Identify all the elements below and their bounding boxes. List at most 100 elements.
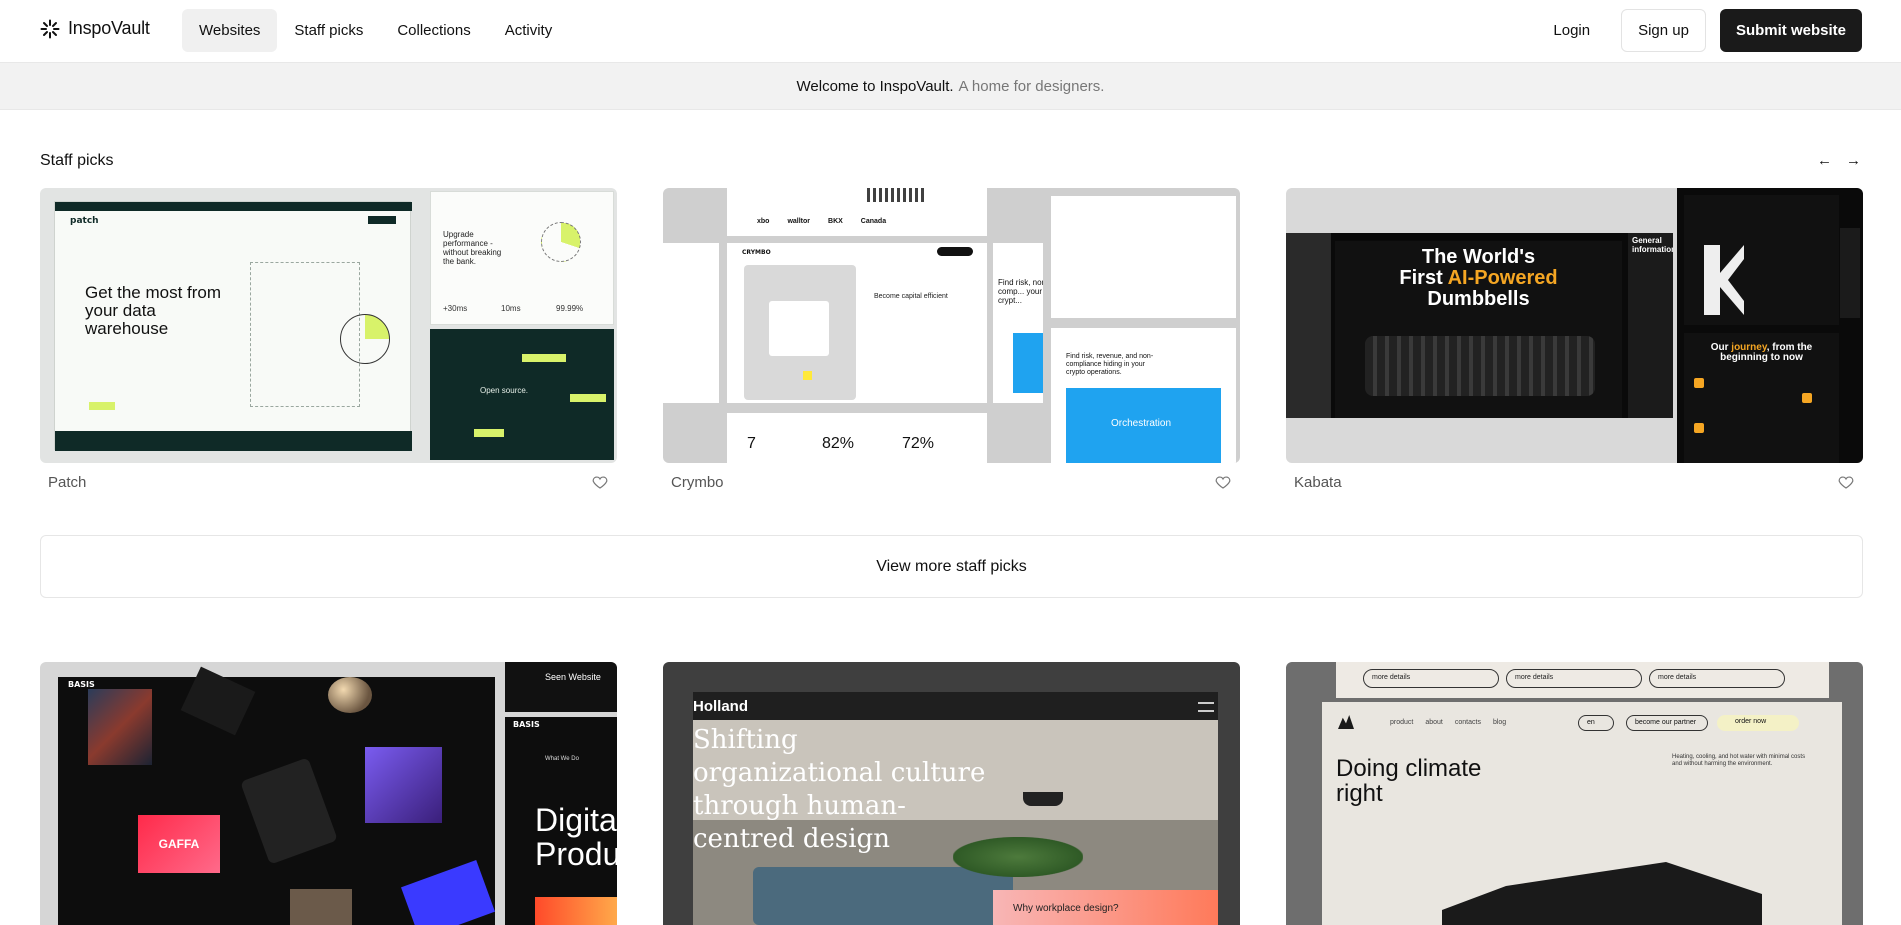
logo-text: InspoVault xyxy=(68,18,150,38)
crymbo-risk-full: Find risk, revenue, and non-compliance h… xyxy=(1066,353,1154,376)
arrow-left-icon[interactable]: ← xyxy=(1817,152,1832,169)
holland-headline: Shifting organizational culture through … xyxy=(693,725,986,854)
basis-seen[interactable]: Seen Website xyxy=(545,672,601,682)
hajster-partner[interactable]: become our partner xyxy=(1626,715,1708,731)
header-actions: Login Sign up Submit website xyxy=(1536,9,1862,52)
patch-stat-3: 99.99% xyxy=(556,304,584,313)
nav-item-collections[interactable]: Collections xyxy=(380,9,487,52)
basis-side-screen: BASIS What We Do Digita Produ xyxy=(505,717,617,925)
submit-website-button[interactable]: Submit website xyxy=(1719,9,1862,52)
hajster-order[interactable]: order now xyxy=(1717,715,1799,731)
patch-side-bottom: Open source. xyxy=(430,329,614,460)
site-card-holland[interactable]: Holland Shifting organizational culture … xyxy=(663,662,1240,925)
heart-icon[interactable] xyxy=(591,473,609,491)
holland-brand: Holland xyxy=(693,698,748,715)
signup-button[interactable]: Sign up xyxy=(1621,9,1706,52)
basis-side-brand: BASIS xyxy=(513,720,540,729)
crymbo-stats-strip: 7 82% 72% xyxy=(727,413,987,463)
holland-screen: Holland Shifting organizational culture … xyxy=(693,692,1218,925)
basis-badge: GAFFA xyxy=(138,815,220,873)
kabata-side-label: General information xyxy=(1632,236,1673,254)
logo[interactable]: InspoVault xyxy=(40,18,150,39)
hajster-link-about[interactable]: about xyxy=(1425,719,1443,726)
card-footer: Crymbo xyxy=(663,463,1240,501)
hajster-headline: Doing climate right xyxy=(1336,755,1482,807)
crymbo-partner-3: BKX xyxy=(828,218,843,225)
hajster-lang[interactable]: en xyxy=(1578,715,1614,731)
welcome-banner: Welcome to InspoVault. A home for design… xyxy=(0,62,1901,110)
basis-main-screen: BASIS GAFFA xyxy=(58,666,495,925)
view-more-staff-picks-button[interactable]: View more staff picks xyxy=(40,535,1863,598)
kabata-headline-3: Dumbbells xyxy=(1427,288,1530,310)
hajster-link-contacts[interactable]: contacts xyxy=(1455,719,1481,726)
menu-icon[interactable] xyxy=(1198,702,1214,712)
site-card-kabata[interactable]: The World's First AI-Powered Dumbbells O… xyxy=(1286,188,1863,501)
crymbo-partner-strip: xbo walltor BKX Canada xyxy=(727,188,987,236)
patch-stat-2: 10ms xyxy=(501,304,521,313)
crymbo-logo: CRYMBO xyxy=(742,249,771,256)
arrow-right-icon[interactable]: → xyxy=(1846,152,1861,169)
login-button[interactable]: Login xyxy=(1536,9,1608,52)
top-navigation-bar: InspoVault Websites Staff picks Collecti… xyxy=(0,0,1901,62)
patch-stat-1: +30ms xyxy=(443,304,468,313)
logo-icon xyxy=(40,19,60,38)
site-card-basis[interactable]: BASIS GAFFA Seen Website BASIS What We D… xyxy=(40,662,617,925)
basis-brand: BASIS xyxy=(68,680,95,689)
banner-strong-text: Welcome to InspoVault. xyxy=(796,77,954,95)
crymbo-partner-1: xbo xyxy=(757,218,770,225)
hajster-sub: Heating, cooling, and hot water with min… xyxy=(1672,754,1806,767)
crymbo-stat-1: 7 xyxy=(747,435,756,452)
heart-icon[interactable] xyxy=(1837,473,1855,491)
hajster-main-screen: product about contacts blog en become ou… xyxy=(1322,702,1842,925)
kabata-headline-1: The World's xyxy=(1421,246,1536,268)
nav-item-staff-picks[interactable]: Staff picks xyxy=(277,9,380,52)
crymbo-stat-3: 72% xyxy=(902,435,935,452)
basis-big: Digita Produ xyxy=(535,802,617,872)
patch-side-top: Upgrade performance - without breaking t… xyxy=(430,191,614,325)
holland-question[interactable]: Why workplace design? xyxy=(1013,903,1119,914)
main-nav: Websites Staff picks Collections Activit… xyxy=(182,9,569,52)
crymbo-side-bottom: Find risk, revenue, and non-compliance h… xyxy=(1051,328,1236,463)
nav-item-websites[interactable]: Websites xyxy=(182,9,278,52)
site-card-patch[interactable]: patch Get the most from your data wareho… xyxy=(40,188,617,501)
patch-logo: patch xyxy=(70,216,99,226)
card-title[interactable]: Patch xyxy=(48,474,86,491)
patch-main-screen: patch Get the most from your data wareho… xyxy=(54,201,412,451)
carousel-controls: ← → xyxy=(1817,152,1861,169)
hajster-pill-2[interactable]: more details xyxy=(1506,669,1642,688)
nav-item-activity[interactable]: Activity xyxy=(488,9,570,52)
kabata-headline-2b: AI-Powered xyxy=(1447,267,1558,289)
heart-icon[interactable] xyxy=(1214,473,1232,491)
basis-what: What We Do xyxy=(545,756,579,762)
kabata-main-screen: The World's First AI-Powered Dumbbells xyxy=(1286,233,1673,418)
hajster-pill-strip: more details more details more details xyxy=(1336,662,1829,698)
crymbo-orchestration: Orchestration xyxy=(1111,418,1172,429)
site-card-crymbo[interactable]: xbo walltor BKX Canada CRYMBO Become cap… xyxy=(663,188,1240,501)
crymbo-risk-panel: Find risk, non-comp... your crypt... xyxy=(993,243,1043,403)
hajster-pill-1[interactable]: more details xyxy=(1363,669,1499,688)
patch-headline: Get the most from your data warehouse xyxy=(85,283,222,338)
crymbo-partner-4: Canada xyxy=(860,218,887,225)
hajster-link-product[interactable]: product xyxy=(1390,719,1413,726)
staff-picks-title: Staff picks xyxy=(40,152,114,169)
site-thumbnail[interactable]: patch Get the most from your data wareho… xyxy=(40,188,617,463)
crymbo-risk-text: Find risk, non-comp... your crypt... xyxy=(998,278,1043,305)
site-card-hajster[interactable]: more details more details more details p… xyxy=(1286,662,1863,925)
card-title[interactable]: Kabata xyxy=(1294,474,1342,491)
kabata-headline-2a: First xyxy=(1399,267,1448,289)
crymbo-stat-2: 82% xyxy=(822,435,855,452)
site-thumbnail[interactable]: The World's First AI-Powered Dumbbells O… xyxy=(1286,188,1863,463)
card-title[interactable]: Crymbo xyxy=(671,474,724,491)
kabata-side-panel: Our journey, from the beginning to now xyxy=(1677,188,1863,463)
hajster-pill-3[interactable]: more details xyxy=(1649,669,1785,688)
card-footer: Kabata xyxy=(1286,463,1863,501)
site-thumbnail[interactable]: xbo walltor BKX Canada CRYMBO Become cap… xyxy=(663,188,1240,463)
crymbo-main-screen: CRYMBO Become capital efficient xyxy=(727,243,987,403)
crymbo-copy: Become capital efficient xyxy=(874,293,948,300)
crymbo-partner-2: walltor xyxy=(787,218,811,225)
banner-muted-text: A home for designers. xyxy=(958,77,1105,95)
hajster-link-blog[interactable]: blog xyxy=(1493,719,1506,726)
card-footer: Patch xyxy=(40,463,617,501)
patch-side-headline: Upgrade performance - without breaking t… xyxy=(443,230,502,266)
patch-open-source: Open source. xyxy=(480,386,529,395)
